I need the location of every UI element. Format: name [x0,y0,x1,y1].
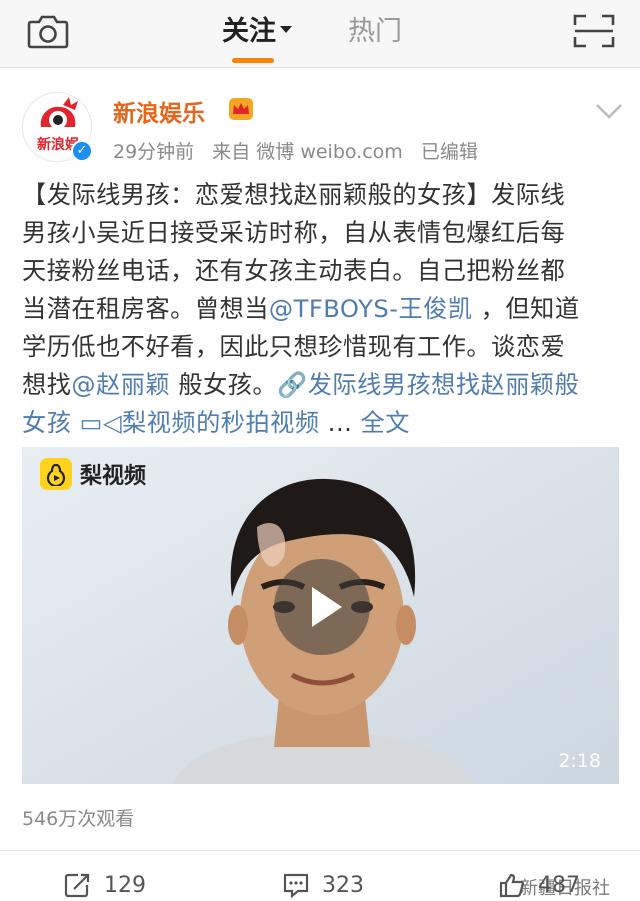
post-text-segment: 学历低也不好看，因此只想珍惜现有工作。谈恋爱 [22,333,566,361]
play-button-icon[interactable] [274,559,370,655]
view-count: 546万次观看 [22,808,135,830]
post-text-segment: 般女孩。 [170,371,278,399]
post-link[interactable]: 女孩 [22,409,71,437]
post-text-segment: 【发际线男孩：恋爱想找赵丽颖般的女孩】发际线 [22,181,566,209]
video-brand-name: 梨视频 [80,464,147,489]
post-meta: 29分钟前 来自 微博 weibo.com 已编辑 [113,137,490,164]
post-text-segment: 当潜在租房客。曾想当 [22,295,269,323]
post-text-segment: 天接粉丝电话，还有女孩主动表白。自己把粉丝都 [22,257,566,285]
video-brand: 梨视频 [40,457,146,491]
post-text-segment: 想找 [22,371,72,399]
video-duration: 2:18 [558,750,601,772]
caret-down-icon [280,26,292,33]
post-text-segment: ，但知道 [472,295,580,323]
repost-count: 129 [104,872,146,898]
tab-follow-label: 关注 [222,16,276,47]
post-text-line: 【发际线男孩：恋爱想找赵丽颖般的女孩】发际线 [22,176,622,214]
top-nav-bar: 关注 热门 [0,0,640,68]
tab-hot[interactable]: 热门 [348,12,402,52]
post-time: 29分钟前 [113,141,195,163]
divider [0,850,640,851]
repost-button[interactable]: 129 [64,870,146,900]
post-text-segment: 男孩小吴近日接受采访时称，自从表情包爆红后每 [22,219,566,247]
active-tab-indicator [232,58,274,63]
author-name[interactable]: 新浪娱乐 [113,94,205,128]
post-text-segment [71,409,79,437]
post-link[interactable]: @TFBOYS-王俊凯 [269,295,473,323]
post-text-line: 天接粉丝电话，还有女孩主动表白。自己把粉丝都 [22,252,622,290]
video-player[interactable]: 梨视频 2:18 [22,447,619,784]
post-link[interactable]: 全文 [361,409,410,437]
chevron-down-icon[interactable] [594,102,624,120]
post-link[interactable]: @赵丽颖 [71,371,170,399]
post-link[interactable]: 🔗发际线男孩想找赵丽颖般 [277,371,579,399]
comment-icon [283,873,309,898]
scan-icon[interactable] [572,13,616,49]
watermark: 新疆日报社 [520,878,610,899]
post-link[interactable]: ▭◁梨视频的秒拍视频 [80,409,320,437]
comment-button[interactable]: 323 [282,870,364,900]
post-text-segment: ... [319,409,361,437]
post-source: 来自 微博 weibo.com [212,141,403,163]
post-text-line: 女孩 ▭◁梨视频的秒拍视频 ... 全文 [22,404,622,442]
post-text-line: 学历低也不好看，因此只想珍惜现有工作。谈恋爱 [22,328,622,366]
pear-video-logo-icon [40,458,72,490]
post-text: 【发际线男孩：恋爱想找赵丽颖般的女孩】发际线 男孩小吴近日接受采访时称，自从表情包… [22,176,622,442]
edited-label: 已编辑 [420,141,478,163]
vip-crown-icon [229,98,253,120]
verified-badge-icon: ✓ [71,140,93,162]
post-text-line: 想找@赵丽颖 般女孩。🔗发际线男孩想找赵丽颖般 [22,366,622,404]
comment-count: 323 [322,872,364,898]
repost-icon [64,873,90,898]
tab-follow[interactable]: 关注 [222,12,292,52]
post-text-line: 男孩小吴近日接受采访时称，自从表情包爆红后每 [22,214,622,252]
post-text-line: 当潜在租房客。曾想当@TFBOYS-王俊凯 ，但知道 [22,290,622,328]
camera-icon[interactable] [27,13,69,49]
